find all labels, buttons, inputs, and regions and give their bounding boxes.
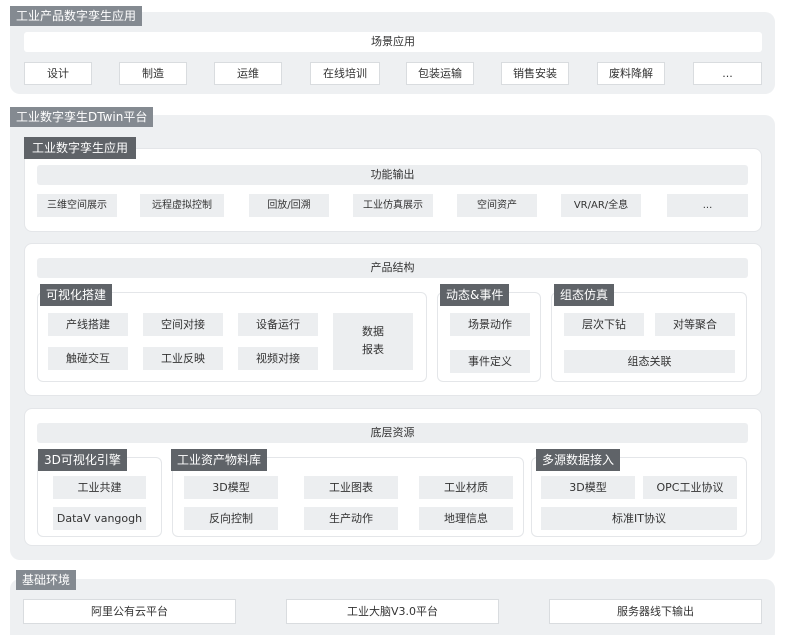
visual-item-data-report[interactable]: 数据 报表 — [333, 313, 413, 370]
env-item-industrial-brain[interactable]: 工业大脑V3.0平台 — [286, 599, 499, 624]
event-item-scene-action[interactable]: 场景动作 — [450, 313, 530, 336]
scene-item-recycle[interactable]: 废料降解 — [597, 62, 665, 85]
section1-title: 工业产品数字孪生应用 — [10, 6, 143, 26]
config-sim-title: 组态仿真 — [554, 284, 615, 306]
library-item-materials[interactable]: 工业材质 — [419, 476, 513, 499]
func-item-space-assets[interactable]: 空间资产 — [457, 194, 537, 217]
scene-item-training[interactable]: 在线培训 — [310, 62, 380, 85]
multi-item-3d-model[interactable]: 3D模型 — [541, 476, 635, 499]
scene-app-header: 场景应用 — [24, 32, 762, 52]
multi-item-opc[interactable]: OPC工业协议 — [643, 476, 737, 499]
visual-item-line-build[interactable]: 产线搭建 — [48, 313, 128, 336]
function-output-header: 功能输出 — [37, 165, 748, 185]
multi-item-it-protocol[interactable]: 标准IT协议 — [541, 507, 737, 530]
sim-item-drilldown[interactable]: 层次下钻 — [564, 313, 644, 336]
scene-item-sales[interactable]: 销售安装 — [501, 62, 569, 85]
engine-item-cobuild[interactable]: 工业共建 — [53, 476, 146, 499]
visual-item-device-run[interactable]: 设备运行 — [238, 313, 318, 336]
library-item-production[interactable]: 生产动作 — [304, 507, 398, 530]
library-item-geo[interactable]: 地理信息 — [419, 507, 513, 530]
func-item-remote-control[interactable]: 远程虚拟控制 — [140, 194, 224, 217]
scene-item-manufacture[interactable]: 制造 — [119, 62, 187, 85]
product-structure-header: 产品结构 — [37, 258, 748, 278]
event-title: 动态&事件 — [440, 284, 510, 306]
engine-item-datav[interactable]: DataV vangogh — [53, 507, 146, 530]
sim-item-peer-aggregate[interactable]: 对等聚合 — [655, 313, 735, 336]
sim-item-config-link[interactable]: 组态关联 — [564, 350, 735, 373]
func-item-vr-ar[interactable]: VR/AR/全息 — [561, 194, 641, 217]
visual-builder-title: 可视化搭建 — [40, 284, 113, 306]
engine-title: 3D可视化引擎 — [38, 449, 127, 471]
multi-source-title: 多源数据接入 — [536, 449, 621, 471]
visual-item-industrial-reflect[interactable]: 工业反映 — [143, 347, 223, 370]
func-item-3d-space[interactable]: 三维空间展示 — [37, 194, 117, 217]
section3-title: 基础环境 — [16, 570, 77, 590]
func-item-playback[interactable]: 回放/回溯 — [249, 194, 329, 217]
event-item-event-define[interactable]: 事件定义 — [450, 350, 530, 373]
func-item-more[interactable]: ... — [667, 194, 748, 217]
dtwin-app-card — [24, 148, 762, 232]
visual-item-touch[interactable]: 触碰交互 — [48, 347, 128, 370]
asset-library-title: 工业资产物料库 — [171, 449, 268, 471]
library-item-3d-model[interactable]: 3D模型 — [184, 476, 278, 499]
data-report-line2: 报表 — [362, 343, 384, 356]
base-resources-header: 底层资源 — [37, 423, 748, 443]
scene-item-packaging[interactable]: 包装运输 — [406, 62, 474, 85]
env-item-offline-server[interactable]: 服务器线下输出 — [549, 599, 762, 624]
func-item-industrial-sim[interactable]: 工业仿真展示 — [353, 194, 433, 217]
library-item-charts[interactable]: 工业图表 — [304, 476, 398, 499]
scene-item-more[interactable]: ... — [693, 62, 762, 85]
env-item-aliyun[interactable]: 阿里公有云平台 — [23, 599, 236, 624]
visual-item-video-dock[interactable]: 视频对接 — [238, 347, 318, 370]
dtwin-app-title: 工业数字孪生应用 — [24, 137, 137, 159]
library-item-reverse-control[interactable]: 反向控制 — [184, 507, 278, 530]
visual-item-space-dock[interactable]: 空间对接 — [143, 313, 223, 336]
section2-title: 工业数字孪生DTwin平台 — [10, 107, 154, 127]
data-report-line1: 数据 — [362, 325, 384, 338]
scene-item-operation[interactable]: 运维 — [214, 62, 282, 85]
scene-item-design[interactable]: 设计 — [24, 62, 92, 85]
